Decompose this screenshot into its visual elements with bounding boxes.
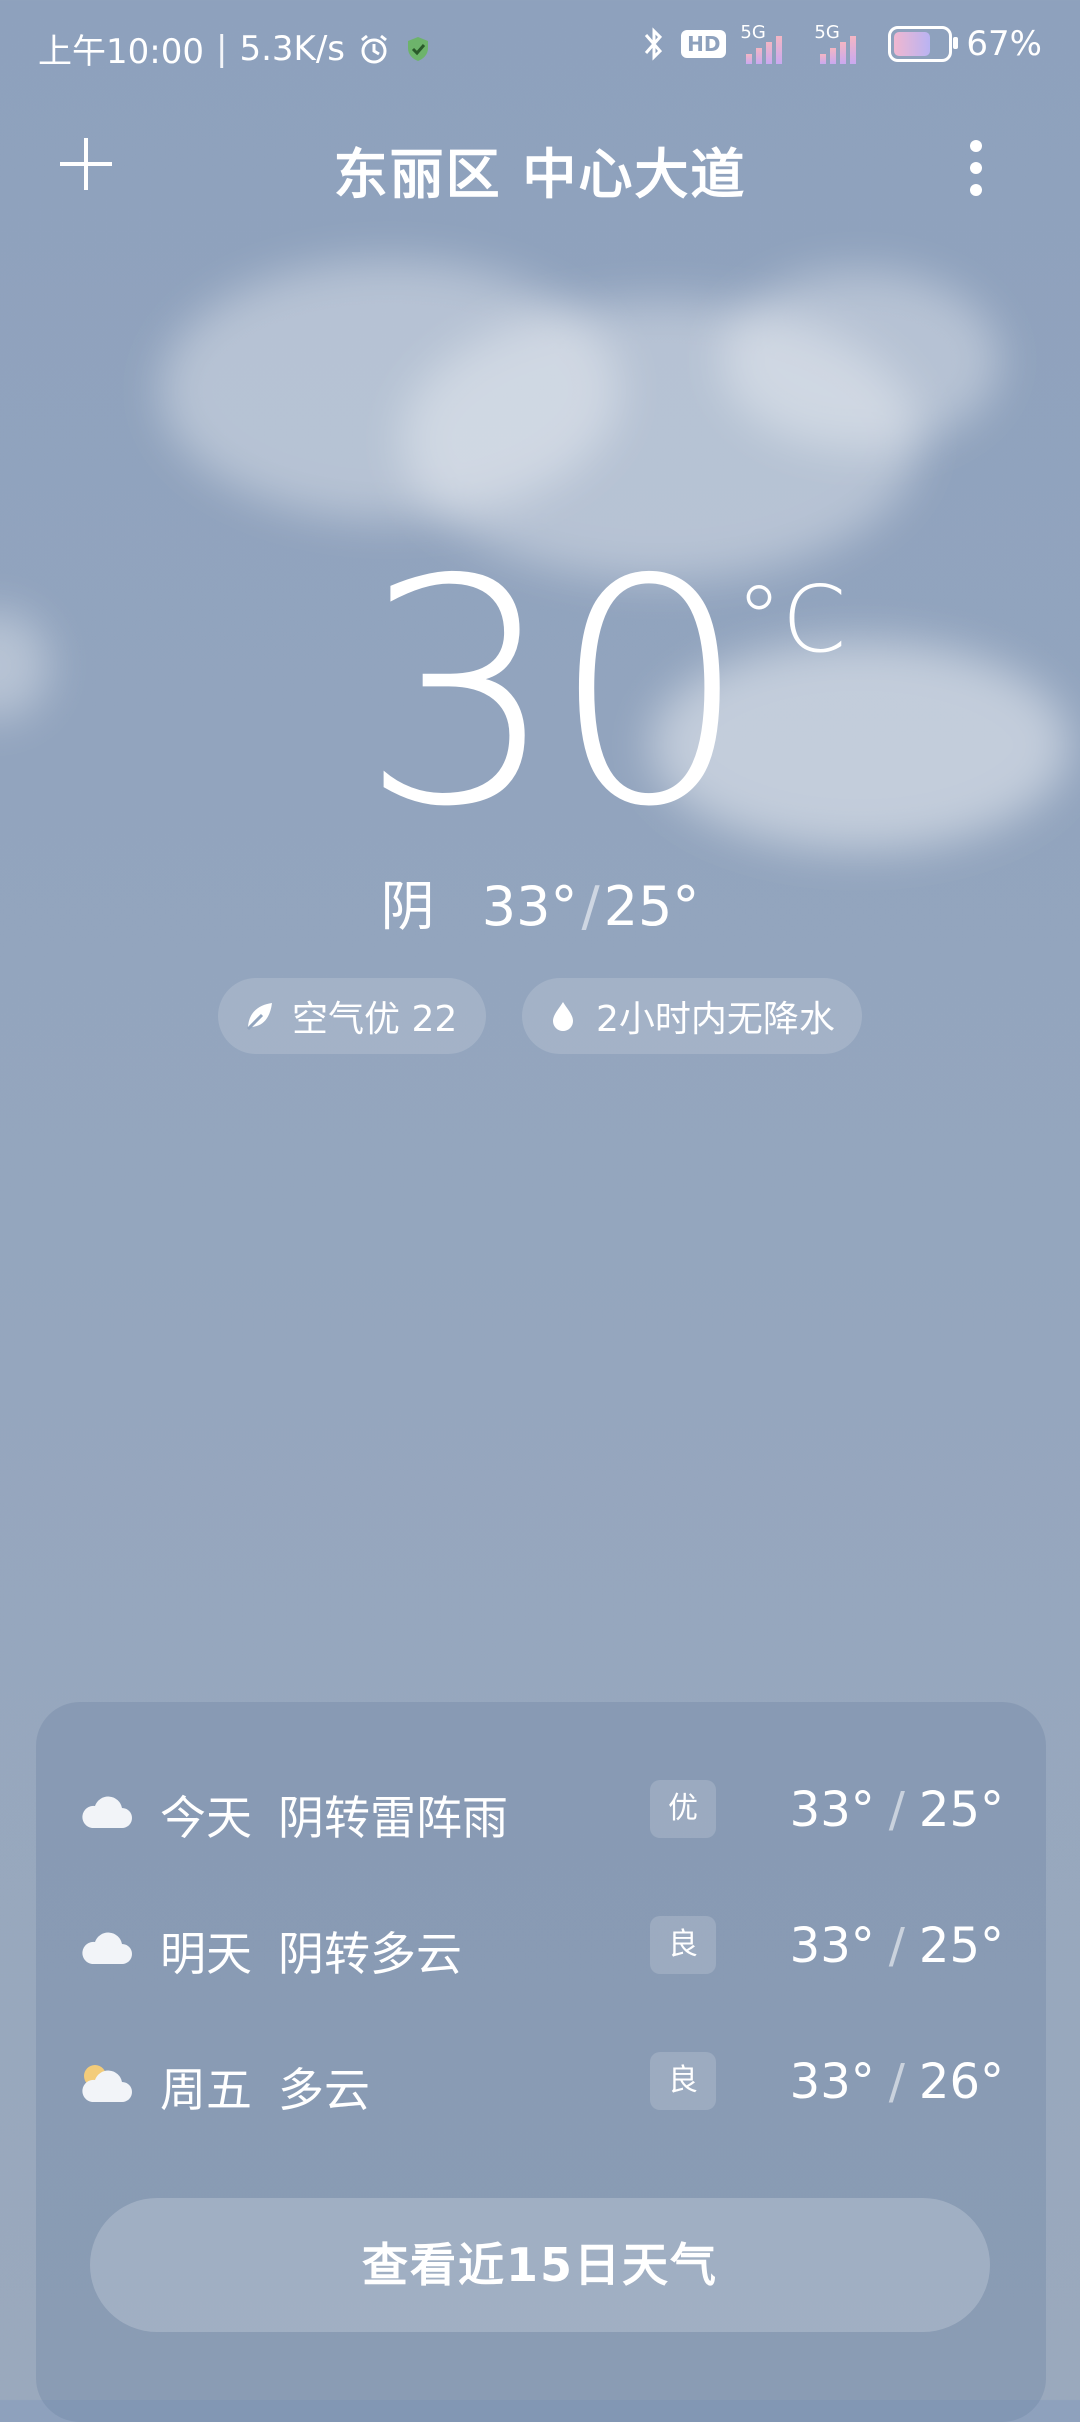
condition-text: 阴	[380, 875, 435, 938]
view-15-day-forecast-button[interactable]: 查看近15日天气	[90, 2198, 990, 2332]
water-drop-icon	[553, 1002, 573, 1031]
aqi-badge: 良	[650, 1916, 716, 1974]
partly-cloudy-icon	[82, 2065, 132, 2102]
forecast-day: 周五	[160, 2063, 252, 2117]
forecast-row-friday[interactable]: 周五 多云 良 33°/26°	[78, 2042, 1004, 2122]
temperature-unit: °C	[736, 566, 847, 673]
forecast-row-today[interactable]: 今天 阴转雷阵雨 优 33°/25°	[78, 1770, 1004, 1850]
precipitation-label: 2小时内无降水	[596, 999, 835, 1040]
forecast-desc: 阴转雷阵雨	[278, 1791, 508, 1845]
precipitation-chip[interactable]: 2小时内无降水	[522, 978, 862, 1054]
today-high: 33°	[481, 875, 578, 938]
forecast-desc: 阴转多云	[278, 1927, 462, 1981]
air-quality-chip[interactable]: 空气优 22	[218, 978, 486, 1054]
current-temperature: 30	[360, 514, 748, 875]
air-quality-label: 空气优 22	[292, 999, 458, 1040]
forecast-temps: 33°/26°	[789, 2054, 1004, 2110]
forecast-temps: 33°/25°	[789, 1782, 1004, 1838]
aqi-badge: 良	[650, 2052, 716, 2110]
forecast-desc: 多云	[278, 2063, 370, 2117]
cloud-icon	[82, 1932, 132, 1964]
current-condition: 阴 33°/25°	[380, 875, 700, 938]
forecast-day: 明天	[160, 1927, 252, 1981]
cloud-icon	[82, 1796, 132, 1828]
today-low: 25°	[603, 875, 700, 938]
forecast-temps: 33°/25°	[789, 1918, 1004, 1974]
forecast-row-tomorrow[interactable]: 明天 阴转多云 良 33°/25°	[78, 1906, 1004, 1986]
leaf-icon	[246, 1003, 272, 1031]
aqi-badge: 优	[650, 1780, 716, 1838]
forecast-day: 今天	[160, 1791, 252, 1845]
